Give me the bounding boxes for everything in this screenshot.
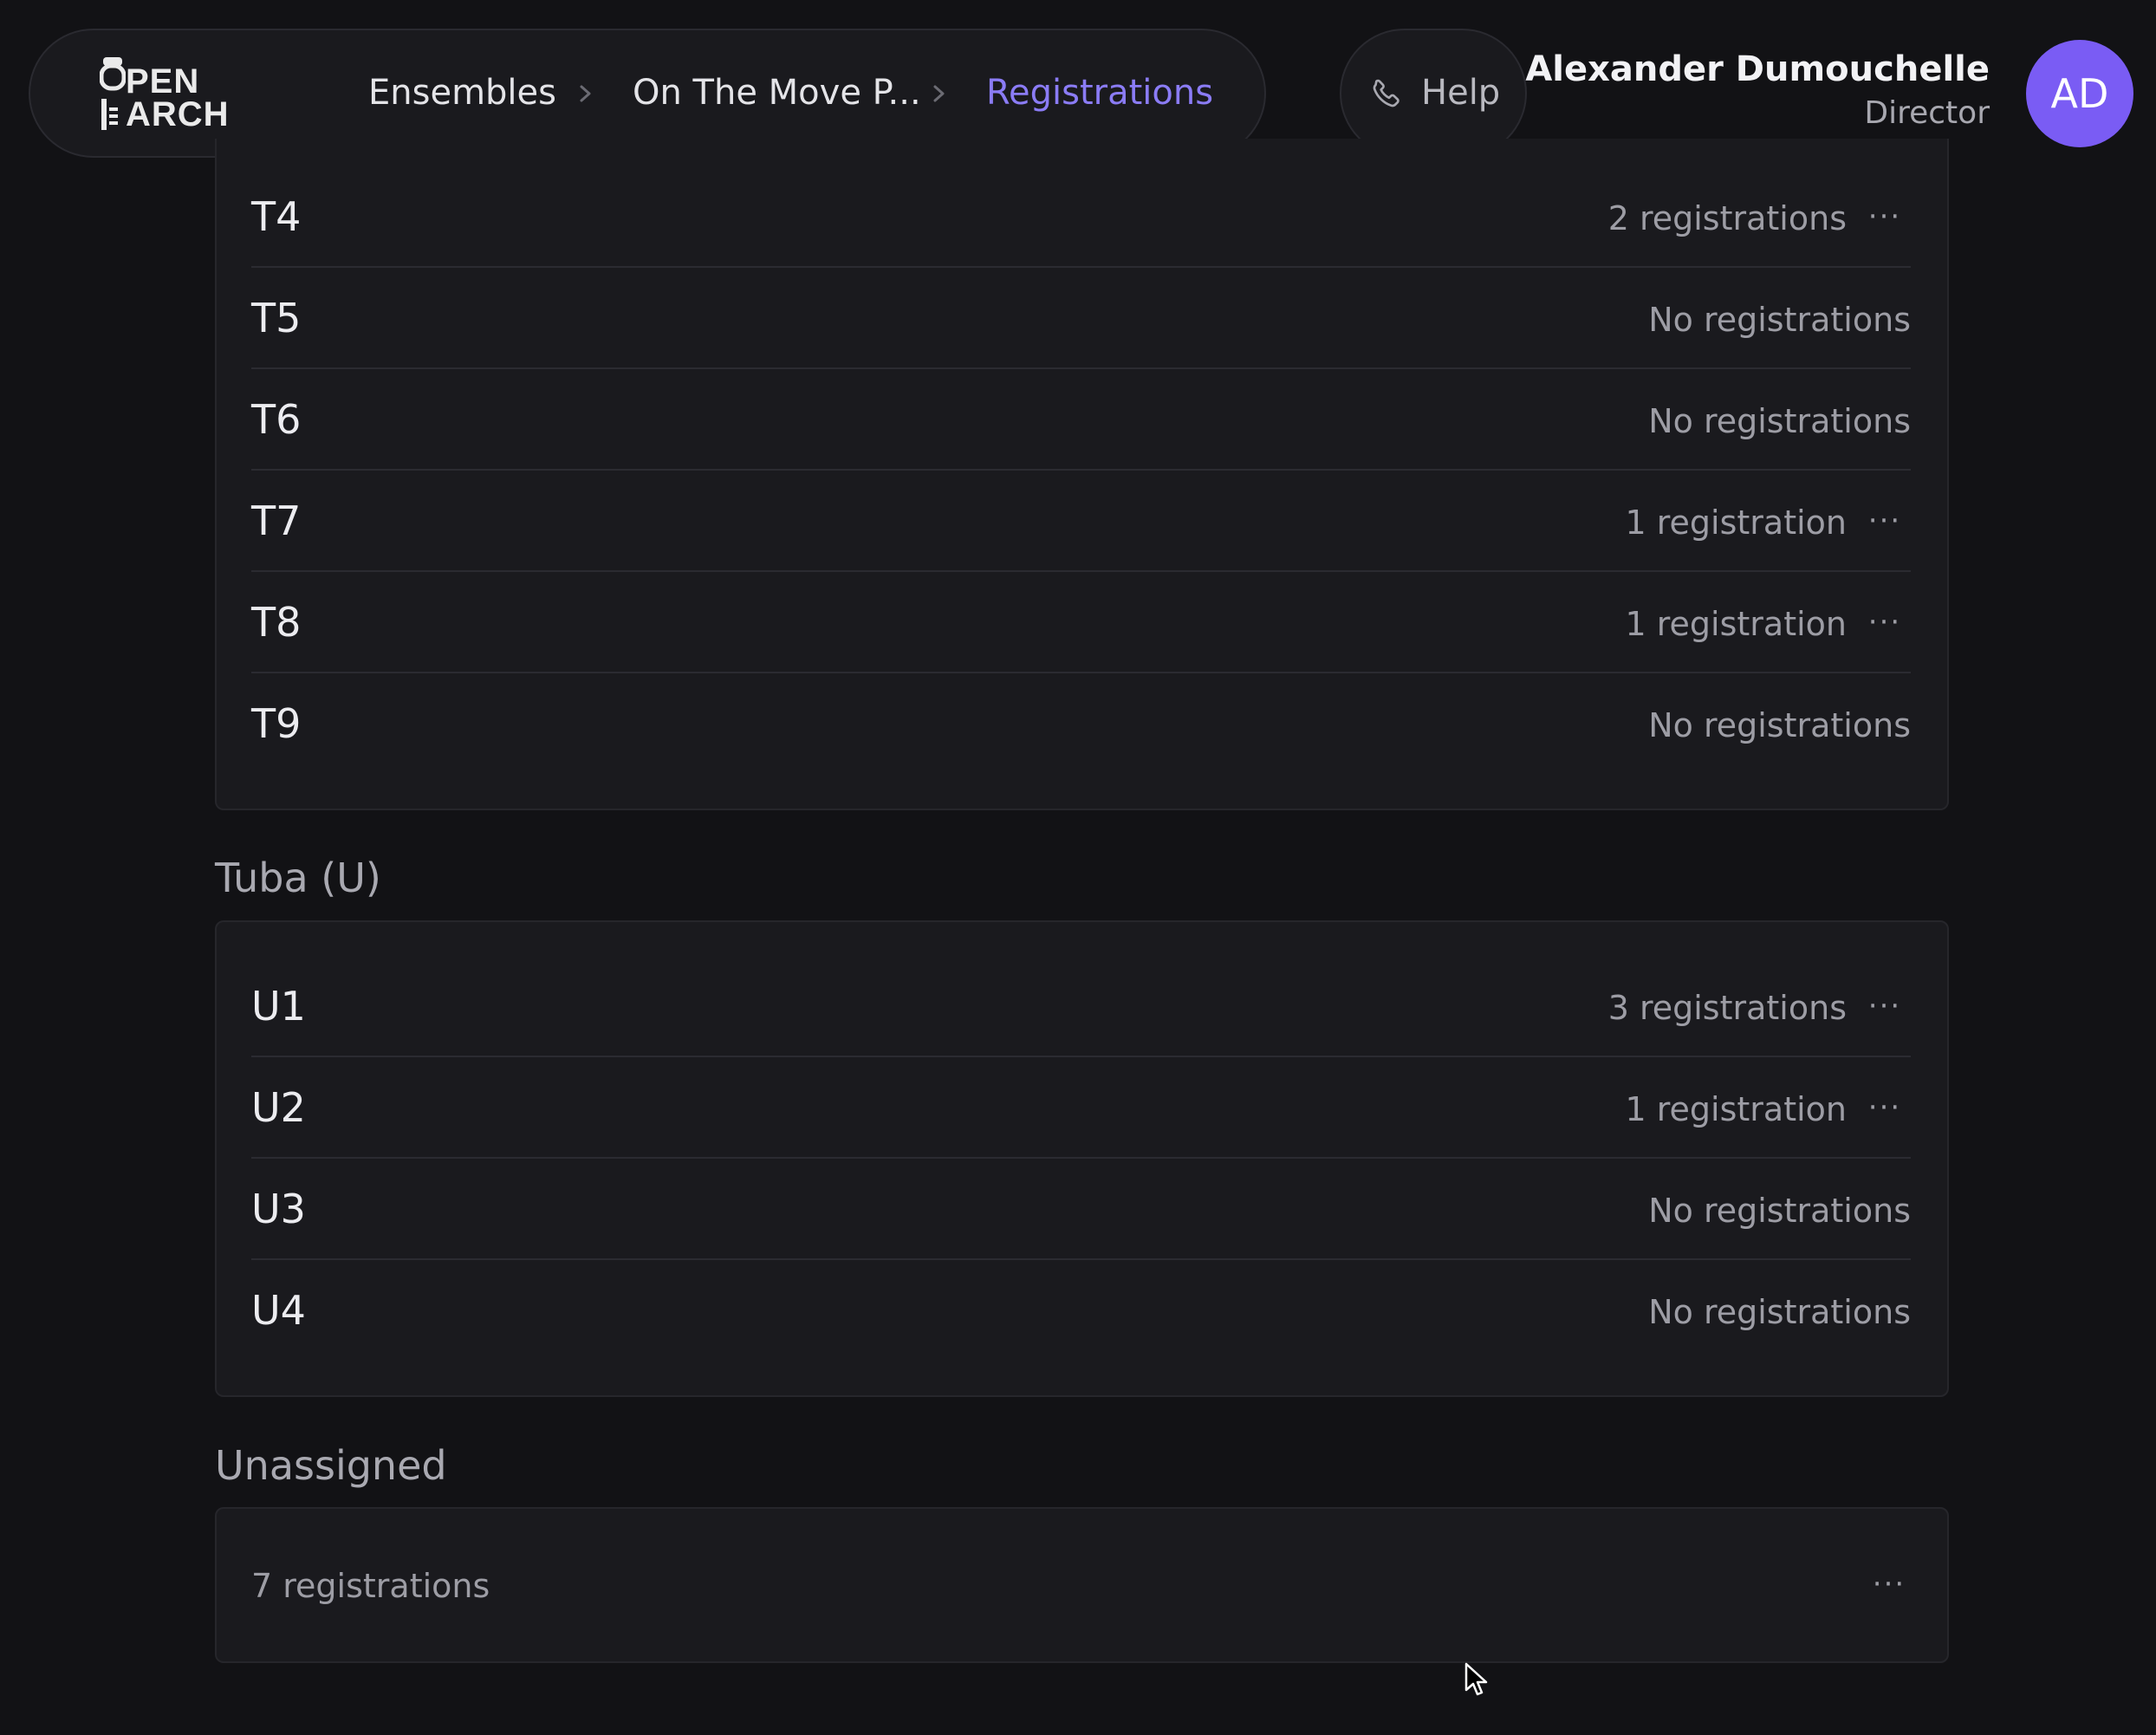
slot-label: U2 [251, 1084, 306, 1131]
section-title-tuba: Tuba (U) [215, 855, 381, 901]
help-label[interactable]: Help [1421, 71, 1500, 114]
chevron-right-icon [580, 85, 591, 102]
registration-count: 3 registrations [1607, 989, 1847, 1027]
table-row[interactable]: U2 1 registration ··· [251, 1057, 1911, 1159]
table-row[interactable]: T4 2 registrations ··· [251, 166, 1911, 268]
table-row[interactable]: T9 No registrations [251, 673, 1911, 775]
registration-count: 2 registrations [1607, 199, 1847, 237]
table-row[interactable]: U1 3 registrations ··· [251, 956, 1911, 1057]
more-horizontal-icon[interactable]: ··· [1863, 1560, 1915, 1608]
breadcrumb-registrations[interactable]: Registrations [986, 71, 1213, 114]
registration-count: 1 registration [1625, 1090, 1848, 1128]
section-title-unassigned: Unassigned [215, 1442, 447, 1489]
user-role: Director [1864, 95, 1990, 131]
avatar[interactable]: AD [2026, 40, 2133, 147]
registration-count: No registrations [1648, 402, 1911, 440]
logo-text-line-2: ARCH [126, 95, 230, 133]
table-row[interactable]: T8 1 registration ··· [251, 572, 1911, 673]
registration-count: No registrations [1648, 301, 1911, 339]
slot-label: U3 [251, 1186, 306, 1232]
mouse-pointer-icon [1464, 1662, 1488, 1696]
user-name: Alexander Dumouchelle [1525, 49, 1990, 89]
slot-label: T6 [251, 396, 302, 443]
registration-count: No registrations [1648, 1293, 1911, 1331]
phone-icon [1373, 79, 1399, 107]
slot-label: T9 [251, 700, 302, 747]
registration-count: No registrations [1648, 1192, 1911, 1230]
more-horizontal-icon[interactable]: ··· [1859, 982, 1911, 1030]
more-horizontal-icon[interactable]: ··· [1859, 598, 1911, 647]
table-row[interactable]: T7 1 registration ··· [251, 471, 1911, 572]
slot-label: T4 [251, 193, 302, 240]
slot-label: U4 [251, 1287, 306, 1334]
logo-mark-icon [100, 57, 126, 130]
more-horizontal-icon[interactable]: ··· [1859, 192, 1911, 241]
unassigned-registration-count: 7 registrations [251, 1567, 490, 1605]
table-row[interactable]: T6 No registrations [251, 369, 1911, 471]
table-row[interactable]: T5 No registrations [251, 268, 1911, 369]
more-horizontal-icon[interactable]: ··· [1859, 497, 1911, 545]
registration-count: 1 registration [1625, 605, 1848, 643]
registration-count: No registrations [1648, 706, 1911, 744]
logo-text-line-1: PEN [126, 62, 200, 101]
table-row[interactable]: U3 No registrations [251, 1159, 1911, 1260]
breadcrumb-ensemble[interactable]: On The Move P... [633, 71, 921, 114]
chevron-right-icon [933, 85, 945, 102]
slot-label: T7 [251, 497, 302, 544]
slot-label: U1 [251, 983, 306, 1030]
open-march-logo[interactable]: PEN ARCH [100, 55, 230, 132]
more-horizontal-icon[interactable]: ··· [1859, 1083, 1911, 1132]
slot-label: T5 [251, 295, 302, 341]
slot-label: T8 [251, 599, 302, 646]
table-row[interactable]: U4 No registrations [251, 1260, 1911, 1361]
breadcrumb-ensembles[interactable]: Ensembles [368, 71, 556, 114]
registration-count: 1 registration [1625, 504, 1848, 542]
